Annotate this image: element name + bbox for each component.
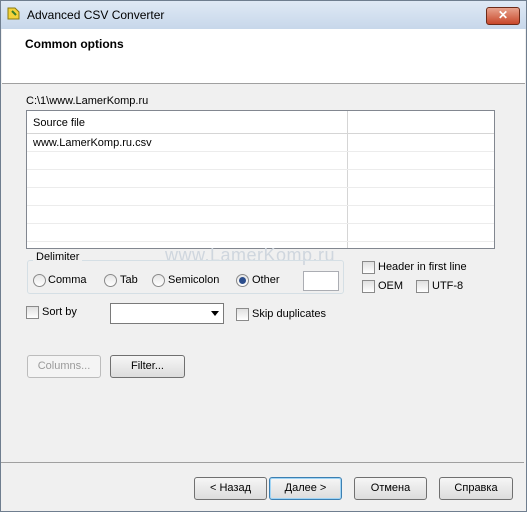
table-row[interactable] (27, 206, 494, 224)
other-delimiter-input[interactable] (303, 271, 339, 291)
radio-other-label[interactable]: Other (252, 274, 280, 286)
table-row[interactable] (27, 224, 494, 242)
grid-header: Source file (27, 111, 494, 134)
back-button[interactable]: < Назад (194, 477, 267, 500)
columns-button[interactable]: Columns... (27, 355, 101, 378)
close-button[interactable]: ✕ (486, 7, 520, 25)
divider (1, 462, 524, 463)
window-title: Advanced CSV Converter (27, 8, 165, 22)
source-path-label: C:\1\www.LamerKomp.ru (26, 95, 149, 107)
utf8-checkbox[interactable] (416, 280, 429, 293)
cancel-button[interactable]: Отмена (354, 477, 427, 500)
page-title: Common options (25, 37, 124, 51)
radio-comma-label[interactable]: Comma (48, 274, 87, 286)
radio-semicolon[interactable] (152, 274, 165, 287)
table-row[interactable] (27, 188, 494, 206)
skip-duplicates-checkbox[interactable] (236, 308, 249, 321)
radio-comma[interactable] (33, 274, 46, 287)
delimiter-group-label: Delimiter (33, 251, 83, 263)
close-icon: ✕ (497, 8, 509, 22)
oem-checkbox[interactable] (362, 280, 375, 293)
next-button[interactable]: Далее > (269, 477, 342, 500)
radio-semicolon-label[interactable]: Semicolon (168, 274, 219, 286)
radio-other[interactable] (236, 274, 249, 287)
chevron-down-icon (211, 311, 219, 316)
header-first-line-label[interactable]: Header in first line (378, 261, 467, 273)
filter-button[interactable]: Filter... (110, 355, 185, 378)
column-header-source-file[interactable]: Source file (33, 117, 85, 129)
header-panel: Common options (2, 29, 525, 84)
help-button[interactable]: Справка (439, 477, 513, 500)
sort-by-label[interactable]: Sort by (42, 306, 77, 318)
source-file-grid[interactable]: Source file www.LamerKomp.ru.csv (26, 110, 495, 249)
table-row[interactable] (27, 152, 494, 170)
table-row[interactable] (27, 170, 494, 188)
sort-by-checkbox[interactable] (26, 306, 39, 319)
radio-tab[interactable] (104, 274, 117, 287)
skip-duplicates-label[interactable]: Skip duplicates (252, 308, 326, 320)
header-first-line-checkbox[interactable] (362, 261, 375, 274)
table-row[interactable]: www.LamerKomp.ru.csv (27, 134, 494, 152)
utf8-label[interactable]: UTF-8 (432, 280, 463, 292)
sort-by-select[interactable] (110, 303, 224, 324)
oem-label[interactable]: OEM (378, 280, 403, 292)
app-icon (7, 7, 20, 20)
table-cell: www.LamerKomp.ru.csv (33, 137, 152, 149)
radio-tab-label[interactable]: Tab (120, 274, 138, 286)
title-bar: Advanced CSV Converter ✕ (1, 1, 526, 29)
